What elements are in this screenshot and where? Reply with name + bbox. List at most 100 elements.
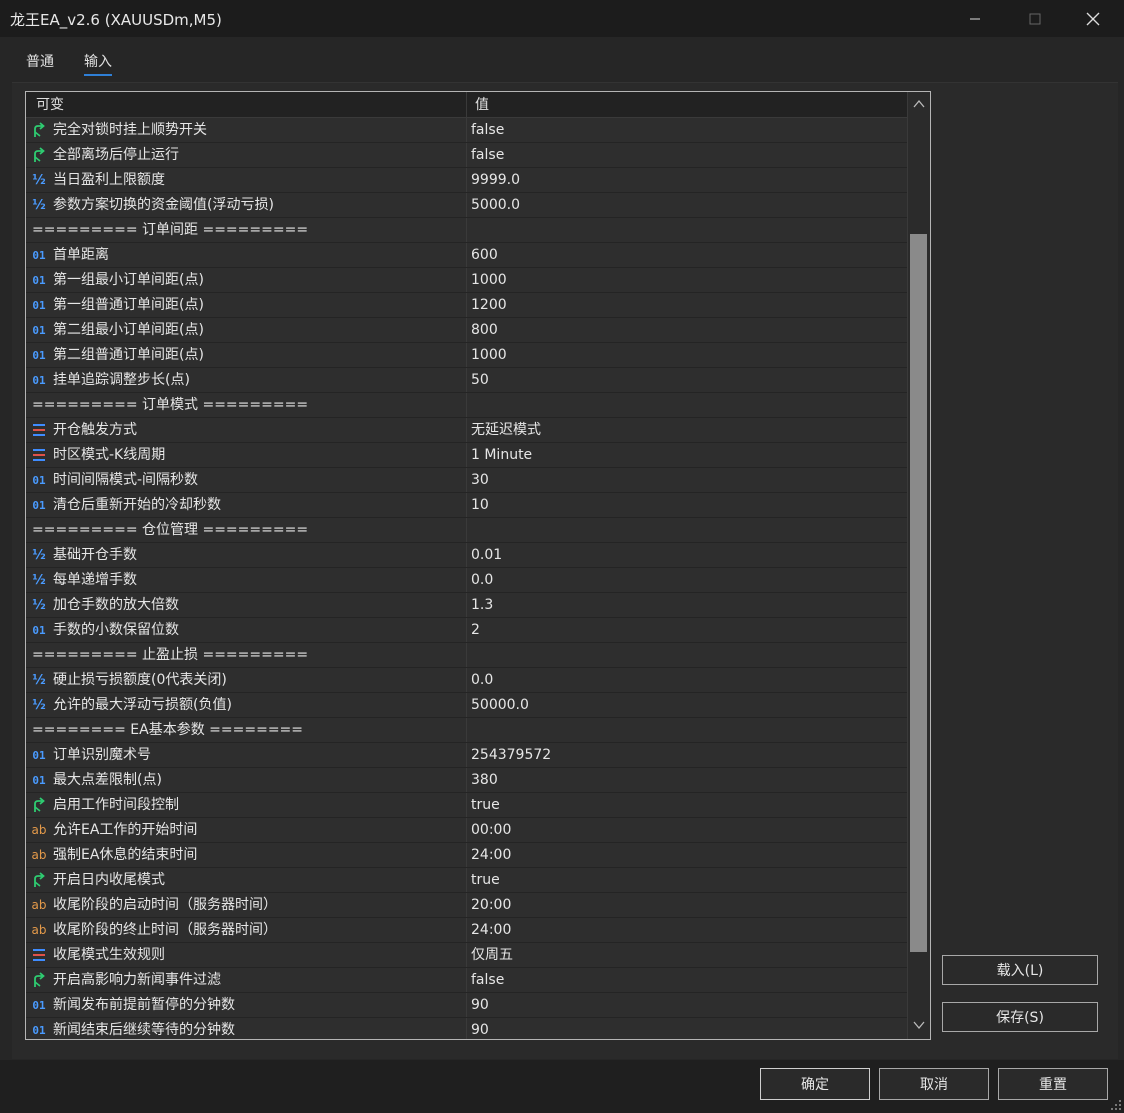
parameter-value[interactable]: 50000.0 — [471, 693, 529, 717]
input-row[interactable]: 01 首单距离 600 — [26, 243, 907, 268]
section-separator-row[interactable]: ========= 仓位管理 ========= — [26, 518, 907, 543]
parameter-value[interactable]: 254379572 — [471, 743, 551, 767]
input-row[interactable]: ½ 当日盈利上限额度 9999.0 — [26, 168, 907, 193]
section-separator-row[interactable]: ========= 订单模式 ========= — [26, 393, 907, 418]
tab-inputs[interactable]: 输入 — [84, 51, 112, 76]
input-row[interactable]: ab 允许EA工作的开始时间 00:00 — [26, 818, 907, 843]
scroll-down-icon[interactable] — [912, 1017, 926, 1031]
parameter-value[interactable]: 1000 — [471, 343, 507, 367]
ok-button[interactable]: 确定 — [760, 1068, 870, 1100]
parameter-value[interactable]: 20:00 — [471, 893, 511, 917]
half-fraction-icon: ½ — [32, 172, 46, 188]
name-cell: 01 最大点差限制(点) — [26, 768, 467, 792]
input-row[interactable]: ½ 每单递增手数 0.0 — [26, 568, 907, 593]
parameter-value[interactable]: 24:00 — [471, 843, 511, 867]
input-row[interactable]: 01 时间间隔模式-间隔秒数 30 — [26, 468, 907, 493]
section-separator-row[interactable]: ======== EA基本参数 ======== — [26, 718, 907, 743]
parameter-value[interactable]: 00:00 — [471, 818, 511, 842]
parameter-value[interactable]: 600 — [471, 243, 498, 267]
resize-grip-icon[interactable] — [1110, 1099, 1122, 1111]
parameter-value[interactable]: 0.01 — [471, 543, 502, 567]
parameter-name: 每单递增手数 — [53, 572, 137, 588]
input-row[interactable]: ab 收尾阶段的启动时间（服务器时间） 20:00 — [26, 893, 907, 918]
parameter-value[interactable]: 10 — [471, 493, 489, 517]
column-divider[interactable] — [466, 92, 467, 117]
parameter-value[interactable]: 800 — [471, 318, 498, 342]
input-row[interactable]: 全部离场后停止运行 false — [26, 143, 907, 168]
input-row[interactable]: 01 新闻结束后继续等待的分钟数 90 — [26, 1018, 907, 1039]
parameter-value[interactable]: true — [471, 793, 500, 817]
parameter-value[interactable]: 1200 — [471, 293, 507, 317]
parameter-name: 收尾阶段的终止时间（服务器时间） — [53, 922, 277, 938]
parameter-name: 挂单追踪调整步长(点) — [53, 372, 190, 388]
vertical-scrollbar[interactable] — [907, 92, 930, 1039]
input-row[interactable]: ½ 硬止损亏损额度(0代表关闭) 0.0 — [26, 668, 907, 693]
section-title: ========= 仓位管理 ========= — [32, 522, 309, 538]
input-row[interactable]: 开启日内收尾模式 true — [26, 868, 907, 893]
minimize-button[interactable] — [952, 0, 998, 37]
input-row[interactable]: 收尾模式生效规则 仅周五 — [26, 943, 907, 968]
parameter-value[interactable]: 5000.0 — [471, 193, 520, 217]
parameter-value[interactable]: 2 — [471, 618, 480, 642]
parameter-value[interactable]: 0.0 — [471, 568, 493, 592]
save-button[interactable]: 保存(S) — [942, 1002, 1098, 1032]
load-button[interactable]: 载入(L) — [942, 955, 1098, 985]
parameter-value[interactable]: 50 — [471, 368, 489, 392]
input-row[interactable]: ab 强制EA休息的结束时间 24:00 — [26, 843, 907, 868]
inputs-grid[interactable]: 可变 值 完全对锁时挂上顺势开关 false 全部离场后停止运行 false ½ 当日盈利… — [25, 91, 931, 1040]
parameter-value[interactable]: 1 Minute — [471, 443, 532, 467]
parameter-value[interactable]: 1.3 — [471, 593, 493, 617]
input-row[interactable]: 开仓触发方式 无延迟模式 — [26, 418, 907, 443]
parameter-name: 首单距离 — [53, 247, 109, 263]
input-row[interactable]: 01 挂单追踪调整步长(点) 50 — [26, 368, 907, 393]
parameter-value[interactable]: false — [471, 118, 504, 142]
parameter-value[interactable]: 90 — [471, 993, 489, 1017]
parameter-value[interactable]: 90 — [471, 1018, 489, 1039]
input-row[interactable]: 01 清仓后重新开始的冷却秒数 10 — [26, 493, 907, 518]
scroll-up-icon[interactable] — [912, 96, 926, 110]
parameter-name: 允许EA工作的开始时间 — [53, 822, 198, 838]
input-row[interactable]: 01 订单识别魔术号 254379572 — [26, 743, 907, 768]
parameter-value[interactable]: 30 — [471, 468, 489, 492]
section-separator-row[interactable]: ========= 止盈止损 ========= — [26, 643, 907, 668]
parameter-value[interactable]: false — [471, 968, 504, 992]
maximize-button[interactable] — [1012, 0, 1058, 37]
parameter-value[interactable]: true — [471, 868, 500, 892]
input-row[interactable]: 01 第二组最小订单间距(点) 800 — [26, 318, 907, 343]
section-separator-row[interactable]: ========= 订单间距 ========= — [26, 218, 907, 243]
parameter-value[interactable]: 24:00 — [471, 918, 511, 942]
column-header-variable[interactable]: 可变 — [36, 92, 64, 117]
close-button[interactable] — [1070, 0, 1116, 37]
input-row[interactable]: 01 第一组普通订单间距(点) 1200 — [26, 293, 907, 318]
input-row[interactable]: ab 收尾阶段的终止时间（服务器时间） 24:00 — [26, 918, 907, 943]
cancel-button[interactable]: 取消 — [879, 1068, 989, 1100]
parameter-value[interactable]: 无延迟模式 — [471, 418, 541, 442]
tab-common[interactable]: 普通 — [26, 51, 54, 71]
name-cell: ab 强制EA休息的结束时间 — [26, 843, 467, 867]
input-row[interactable]: 启用工作时间段控制 true — [26, 793, 907, 818]
input-row[interactable]: 01 第二组普通订单间距(点) 1000 — [26, 343, 907, 368]
column-header-value[interactable]: 值 — [475, 92, 489, 117]
input-row[interactable]: ½ 基础开仓手数 0.01 — [26, 543, 907, 568]
parameter-value[interactable]: false — [471, 143, 504, 167]
reset-button[interactable]: 重置 — [998, 1068, 1108, 1100]
parameter-value[interactable]: 0.0 — [471, 668, 493, 692]
parameter-value[interactable]: 仅周五 — [471, 943, 513, 967]
input-row[interactable]: ½ 允许的最大浮动亏损额(负值) 50000.0 — [26, 693, 907, 718]
arrow-branch-icon — [31, 147, 47, 163]
parameter-value[interactable]: 1000 — [471, 268, 507, 292]
input-row[interactable]: 完全对锁时挂上顺势开关 false — [26, 118, 907, 143]
name-cell: ========= 订单模式 ========= — [26, 393, 467, 417]
parameter-name: 参数方案切换的资金阈值(浮动亏损) — [53, 197, 274, 213]
input-row[interactable]: 01 最大点差限制(点) 380 — [26, 768, 907, 793]
input-row[interactable]: ½ 加仓手数的放大倍数 1.3 — [26, 593, 907, 618]
input-row[interactable]: 开启高影响力新闻事件过滤 false — [26, 968, 907, 993]
input-row[interactable]: ½ 参数方案切换的资金阈值(浮动亏损) 5000.0 — [26, 193, 907, 218]
input-row[interactable]: 01 新闻发布前提前暂停的分钟数 90 — [26, 993, 907, 1018]
input-row[interactable]: 01 手数的小数保留位数 2 — [26, 618, 907, 643]
parameter-value[interactable]: 380 — [471, 768, 498, 792]
input-row[interactable]: 时区模式-K线周期 1 Minute — [26, 443, 907, 468]
parameter-value[interactable]: 9999.0 — [471, 168, 520, 192]
input-row[interactable]: 01 第一组最小订单间距(点) 1000 — [26, 268, 907, 293]
scrollbar-thumb[interactable] — [910, 234, 927, 952]
